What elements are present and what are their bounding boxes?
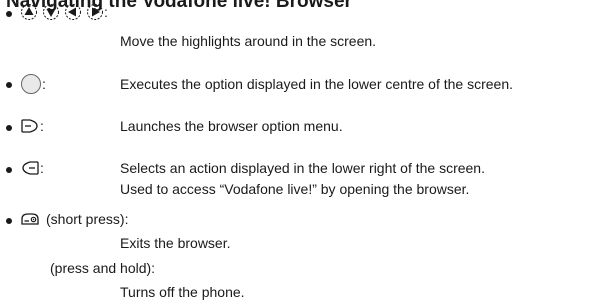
key-group-end: (short press): — [20, 210, 128, 228]
bullet — [6, 11, 12, 17]
item-description: Selects an action displayed in the lower… — [120, 160, 485, 176]
key-group-right-soft: : — [20, 159, 44, 177]
press-and-hold-label: (press and hold): — [50, 260, 156, 276]
left-soft-key-icon — [21, 119, 38, 133]
item-description: Executes the option displayed in the low… — [120, 76, 514, 92]
down-key-icon — [43, 4, 59, 20]
end-key-icon — [21, 213, 39, 225]
item-description: Move the highlights around in the screen… — [120, 33, 377, 49]
colon: : — [104, 4, 108, 20]
colon: : — [42, 76, 46, 92]
centre-key-icon — [21, 74, 41, 94]
key-group-left-soft: : — [20, 117, 44, 135]
press-and-hold-description: Turns off the phone. — [120, 284, 245, 300]
colon: : — [40, 160, 44, 176]
key-group-centre: : — [20, 73, 46, 95]
bullet — [6, 82, 12, 88]
bullet — [6, 167, 12, 173]
item-description: Launches the browser option menu. — [120, 118, 343, 134]
right-soft-key-icon — [22, 161, 39, 175]
key-group-navigation: : — [20, 3, 108, 21]
item-description-line-2: Used to access “Vodafone live!” by openi… — [120, 181, 470, 197]
left-key-icon — [65, 4, 81, 20]
short-press-label: (short press): — [46, 211, 129, 227]
up-key-icon — [21, 4, 37, 20]
short-press-description: Exits the browser. — [120, 235, 231, 251]
bullet — [6, 125, 12, 131]
bullet — [6, 218, 12, 224]
colon: : — [40, 118, 44, 134]
right-key-icon — [87, 4, 103, 20]
